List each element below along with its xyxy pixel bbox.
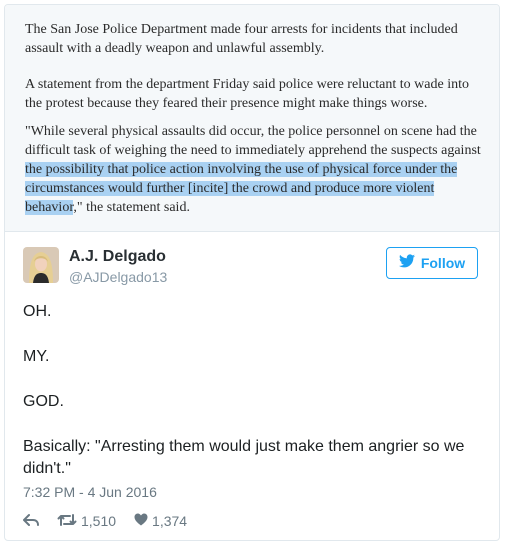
tweet-text-line-1: OH.	[23, 303, 52, 320]
twitter-bird-icon	[398, 253, 415, 273]
author-name[interactable]: A.J. Delgado	[69, 248, 166, 266]
article-paragraph-3-end: ," the statement said.	[73, 200, 190, 215]
quoted-article-excerpt: The San Jose Police Department made four…	[5, 5, 499, 232]
article-paragraph-3-start: "While several physical assaults did occ…	[25, 124, 481, 158]
tweet-text-line-2: MY.	[23, 348, 50, 365]
like-count: 1,374	[152, 513, 188, 529]
author-handle[interactable]: @AJDelgado13	[69, 269, 167, 285]
heart-icon	[134, 513, 148, 529]
reply-button[interactable]	[23, 513, 39, 530]
article-paragraph-1: The San Jose Police Department made four…	[25, 22, 458, 56]
tweet-timestamp[interactable]: 7:32 PM - 4 Jun 2016	[23, 484, 157, 500]
reply-icon	[23, 513, 39, 530]
follow-label: Follow	[420, 255, 466, 271]
retweet-button[interactable]: 1,510	[57, 513, 116, 530]
article-paragraph-2: A statement from the department Friday s…	[25, 77, 469, 111]
like-button[interactable]: 1,374	[134, 513, 187, 529]
retweet-count: 1,510	[81, 513, 117, 529]
article-paragraph-3: "While several physical assaults did occ…	[25, 122, 487, 217]
embedded-tweet-card: The San Jose Police Department made four…	[4, 4, 500, 541]
avatar[interactable]	[23, 247, 59, 283]
tweet-text-line-4: Basically: "Arresting them would just ma…	[23, 438, 465, 477]
tweet-actions: 1,510 1,374	[23, 511, 187, 531]
follow-button[interactable]: Follow	[386, 247, 478, 279]
retweet-icon	[57, 513, 77, 530]
tweet-text-line-3: GOD.	[23, 393, 64, 410]
